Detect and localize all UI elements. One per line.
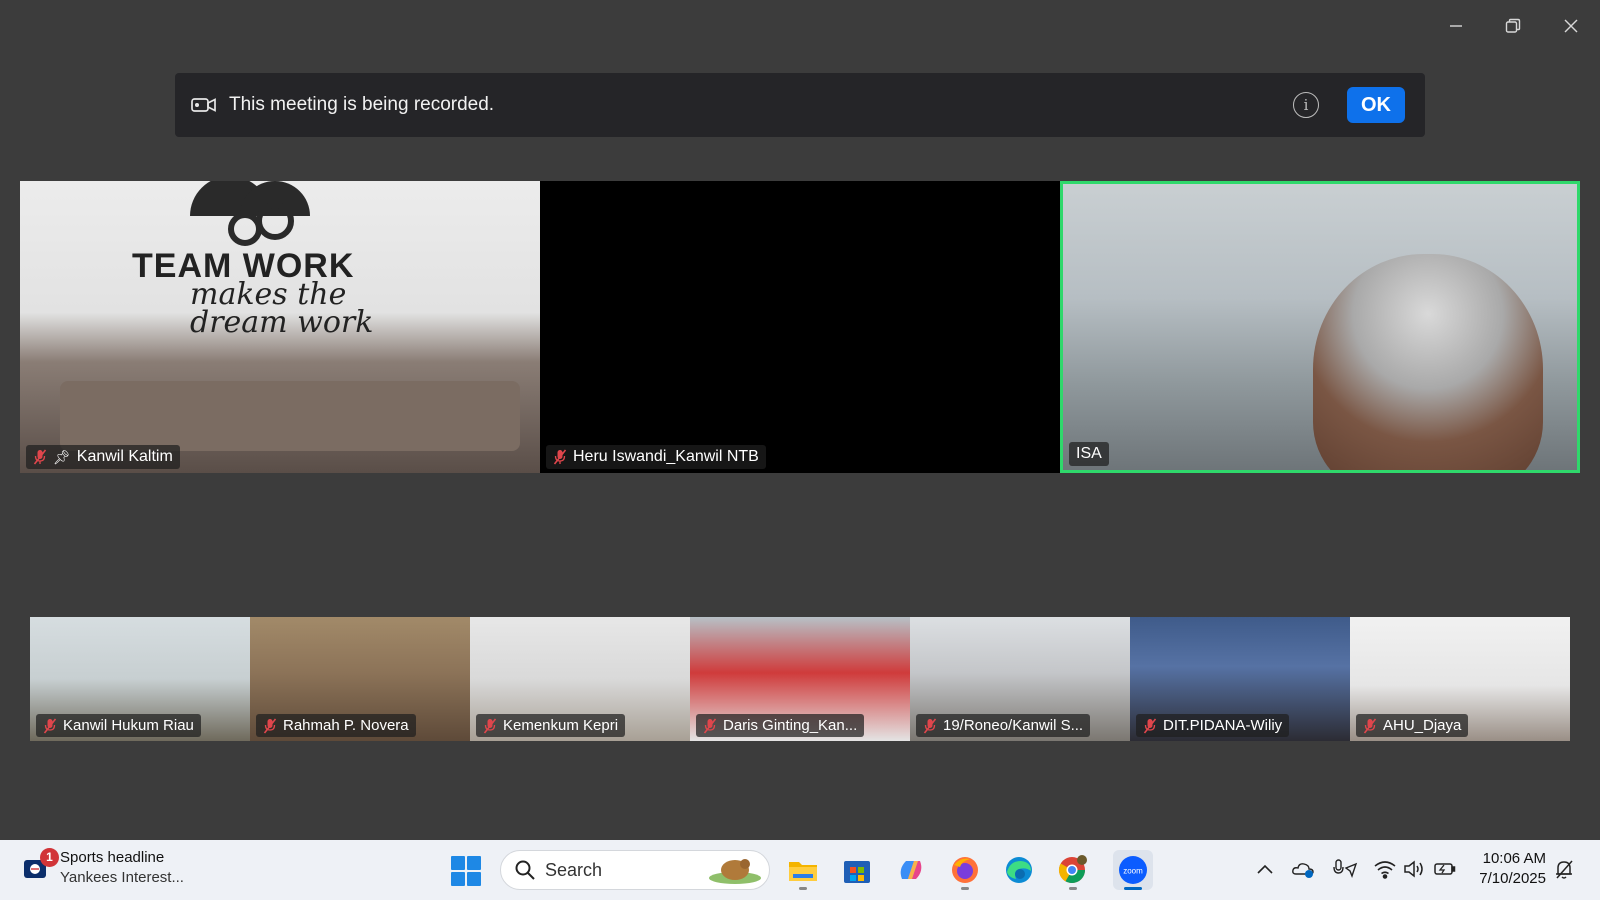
- show-hidden-icons-button[interactable]: [1252, 856, 1278, 882]
- copilot-icon: [900, 861, 922, 879]
- zoom-icon: zoom: [1119, 856, 1147, 884]
- mic-location-icon: [1333, 859, 1358, 879]
- firefox-icon: [952, 857, 978, 883]
- windows-taskbar: 1 Sports headline Yankees Interest... Se…: [0, 840, 1600, 900]
- video-tile-kanwil-hukum-riau[interactable]: Kanwil Hukum Riau: [30, 617, 250, 741]
- participant-label: 19/Roneo/Kanwil S...: [916, 714, 1091, 737]
- participant-head: [1313, 254, 1543, 470]
- participant-label: Rahmah P. Novera: [256, 714, 416, 737]
- notification-center-button[interactable]: [1551, 856, 1577, 882]
- video-tile-heru-iswandi[interactable]: Heru Iswandi_Kanwil NTB: [540, 181, 1060, 473]
- notification-badge: 1: [40, 847, 59, 867]
- news-widget[interactable]: 1 Sports headline Yankees Interest...: [22, 847, 184, 886]
- video-tile-rahmah-novera[interactable]: Rahmah P. Novera: [250, 617, 470, 741]
- minimize-button[interactable]: [1440, 10, 1472, 42]
- search-highlight-icon: [709, 859, 761, 884]
- restore-icon: [1505, 18, 1521, 33]
- system-clock[interactable]: 10:06 AM 7/10/2025: [1460, 849, 1546, 889]
- video-tile-dit-pidana-wiliy[interactable]: DIT.PIDANA-Wiliy: [1130, 617, 1350, 741]
- firefox-button[interactable]: [945, 850, 985, 890]
- close-window-button[interactable]: [1555, 10, 1587, 42]
- participant-label: 📌︎ Kanwil Kaltim: [26, 445, 180, 469]
- onedrive-status-icon: [1292, 863, 1314, 878]
- restore-button[interactable]: [1497, 10, 1529, 42]
- clock-time: 10:06 AM: [1482, 850, 1546, 867]
- taskbar-search[interactable]: Search: [500, 850, 770, 890]
- meeting-table: [60, 381, 520, 451]
- microsoft-store-icon: [844, 861, 870, 883]
- sports-widget-icon: 1: [22, 847, 59, 882]
- microsoft-store-button[interactable]: [837, 850, 877, 890]
- chrome-icon: [1058, 855, 1087, 884]
- search-icon: [515, 860, 535, 880]
- participant-label: Kemenkum Kepri: [476, 714, 626, 737]
- video-tile-isa-active-speaker[interactable]: ISA: [1060, 181, 1580, 473]
- video-camera-icon: [191, 95, 219, 115]
- battery-charging-icon: [1434, 863, 1456, 875]
- close-icon: [1564, 19, 1578, 33]
- chevron-up-icon: [1257, 864, 1273, 874]
- microphone-location-button[interactable]: [1332, 856, 1358, 882]
- minimize-icon: [1450, 25, 1462, 27]
- zoom-button[interactable]: zoom: [1113, 850, 1153, 890]
- onedrive-button[interactable]: [1290, 856, 1316, 882]
- mic-muted-icon: [33, 449, 47, 465]
- mic-muted-icon: [1143, 718, 1157, 733]
- pin-icon: 📌︎: [53, 448, 71, 465]
- participant-label: AHU_Djaya: [1356, 714, 1469, 737]
- edge-button[interactable]: [999, 850, 1039, 890]
- mic-muted-icon: [553, 449, 567, 465]
- mic-muted-icon: [1363, 718, 1377, 733]
- zoom-icon-label: zoom: [1123, 867, 1143, 876]
- participant-label: ISA: [1069, 442, 1109, 466]
- search-label: Search: [545, 859, 603, 880]
- edge-icon: [1006, 857, 1032, 883]
- recording-message: This meeting is being recorded.: [229, 94, 495, 115]
- video-tile-daris-ginting[interactable]: Daris Ginting_Kan...: [690, 617, 910, 741]
- clock-date: 7/10/2025: [1479, 870, 1546, 887]
- recording-notification: This meeting is being recorded. i OK: [175, 73, 1425, 137]
- video-tile-kanwil-kaltim[interactable]: TEAM WORK makes the dream work 📌︎ Kanwil …: [20, 181, 540, 473]
- video-tile-ahu-djaya[interactable]: AHU_Djaya: [1350, 617, 1570, 741]
- volume-icon: [1404, 860, 1423, 878]
- video-tile-kemenkum-kepri[interactable]: Kemenkum Kepri: [470, 617, 690, 741]
- widget-subtitle: Yankees Interest...: [60, 869, 184, 886]
- battery-button[interactable]: [1432, 856, 1458, 882]
- notification-bell-icon: [1556, 860, 1573, 879]
- mic-muted-icon: [923, 718, 937, 733]
- file-explorer-button[interactable]: [783, 850, 823, 890]
- copilot-button[interactable]: [891, 850, 931, 890]
- wifi-button[interactable]: [1372, 856, 1398, 882]
- wall-slogan-line2: makes the dream work: [190, 277, 374, 340]
- ok-button[interactable]: OK: [1347, 87, 1405, 123]
- file-explorer-icon: [789, 862, 817, 881]
- video-tile-roneo-kanwil[interactable]: 19/Roneo/Kanwil S...: [910, 617, 1130, 741]
- start-button[interactable]: [451, 856, 481, 886]
- wifi-icon: [1374, 861, 1396, 879]
- chrome-button[interactable]: [1053, 850, 1093, 890]
- participant-label: Heru Iswandi_Kanwil NTB: [546, 445, 766, 469]
- mic-muted-icon: [483, 718, 497, 733]
- info-icon[interactable]: i: [1293, 92, 1319, 118]
- participant-label: Daris Ginting_Kan...: [696, 714, 865, 737]
- gears-decoration: [190, 181, 310, 246]
- mic-muted-icon: [703, 718, 717, 733]
- widget-title: Sports headline: [60, 849, 165, 866]
- volume-button[interactable]: [1402, 856, 1428, 882]
- participant-label: Kanwil Hukum Riau: [36, 714, 201, 737]
- participant-strip: Kanwil Hukum Riau Rahmah P. Novera Kemen…: [30, 617, 1570, 741]
- mic-muted-icon: [43, 718, 57, 733]
- participant-label: DIT.PIDANA-Wiliy: [1136, 714, 1290, 737]
- mic-muted-icon: [263, 718, 277, 733]
